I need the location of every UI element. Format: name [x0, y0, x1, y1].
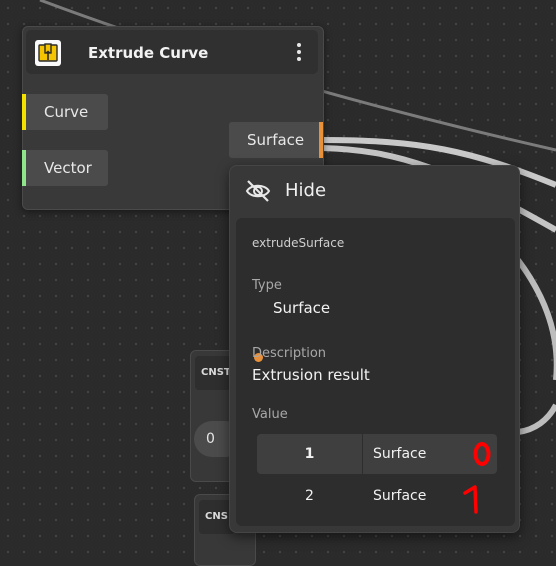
description-label: Description: [252, 346, 327, 361]
input-port-curve[interactable]: Curve: [22, 94, 108, 130]
output-port-surface[interactable]: Surface: [229, 122, 323, 158]
value-index: 1: [304, 446, 315, 462]
hide-label: Hide: [285, 180, 327, 201]
column-divider: [362, 434, 363, 474]
surface-port-indicator: [319, 122, 323, 158]
value-row[interactable]: 1 Surface: [257, 434, 497, 474]
output-port-label: Surface: [247, 131, 305, 149]
value-index: 2: [305, 488, 314, 504]
description-value: Extrusion result: [252, 366, 370, 384]
more-options-icon[interactable]: [292, 42, 306, 64]
value-type: Surface: [373, 446, 427, 462]
value-label: Value: [252, 407, 288, 422]
book-icon: [35, 40, 61, 66]
eye-off-icon: [244, 178, 272, 204]
constant-node-title: CNST: [195, 356, 231, 390]
input-port-label: Curve: [44, 103, 89, 121]
type-value: Surface: [273, 299, 331, 317]
annotation-one: [463, 485, 478, 514]
vector-port-indicator: [22, 150, 26, 186]
input-port-vector[interactable]: Vector: [22, 150, 108, 186]
node-title: Extrude Curve: [88, 44, 209, 62]
annotation-zero: [473, 442, 491, 466]
node-header[interactable]: Extrude Curve: [26, 30, 318, 74]
input-port-label: Vector: [44, 159, 92, 177]
type-label: Type: [252, 278, 282, 293]
curve-port-indicator: [22, 94, 26, 130]
port-info-popup: Hide extrudeSurface Type Surface Descrip…: [229, 165, 520, 533]
value-type: Surface: [373, 488, 427, 504]
port-details: extrudeSurface Type Surface Description …: [236, 218, 515, 526]
hide-button[interactable]: Hide: [230, 166, 519, 216]
value-row[interactable]: 2 Surface: [257, 476, 497, 516]
port-name: extrudeSurface: [252, 236, 345, 250]
constant-value-text: 0: [206, 431, 215, 447]
